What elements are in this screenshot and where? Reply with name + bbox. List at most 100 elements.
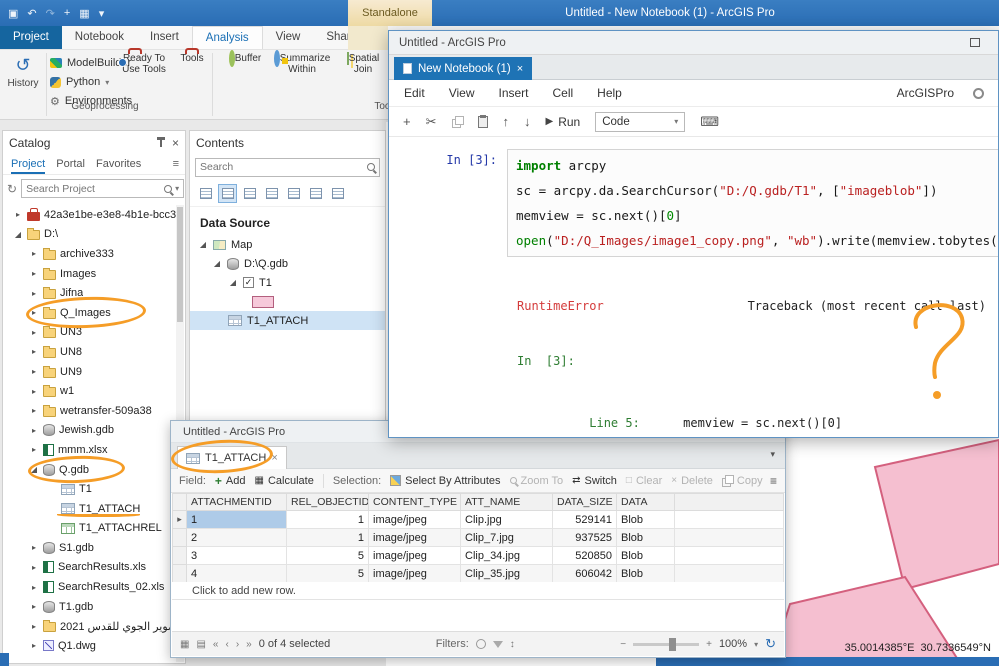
column-header-att_name[interactable]: ATT_NAME	[461, 494, 553, 511]
tools-button[interactable]: Tools	[174, 53, 210, 64]
delete-button[interactable]: ×Delete	[671, 475, 713, 487]
keyboard-shortcuts-icon[interactable]: ⌨	[700, 114, 719, 130]
open-project-icon[interactable]: ▦	[79, 7, 89, 20]
expand-arrow-icon[interactable]: ▸	[29, 308, 39, 317]
move-cell-down-icon[interactable]: ↓	[524, 114, 531, 129]
ready-to-use-tools-button[interactable]: Ready To Use Tools	[118, 53, 170, 75]
catalog-item-2021-[interactable]: ▸2021 التصوير الجوي للقدس	[3, 616, 176, 636]
expand-arrow-icon[interactable]: ▸	[29, 367, 39, 376]
cell-type-select[interactable]: Code ▾	[595, 112, 685, 132]
menu-view[interactable]: View	[449, 86, 475, 100]
table-view-icon[interactable]: ▦	[180, 639, 189, 650]
search-icon[interactable]	[367, 163, 375, 171]
cell[interactable]: image/jpeg	[369, 511, 461, 529]
catalog-item-searchresults-xls[interactable]: ▸SearchResults.xls	[3, 558, 176, 578]
cut-cell-icon[interactable]: ✂	[426, 114, 437, 130]
zoom-in-icon[interactable]: +	[706, 639, 712, 650]
catalog-tab-portal[interactable]: Portal	[56, 154, 85, 174]
expand-arrow-icon[interactable]: ▸	[29, 445, 39, 454]
catalog-item-q-images[interactable]: ▸Q_Images	[3, 303, 176, 323]
move-cell-up-icon[interactable]: ↑	[503, 114, 510, 129]
form-view-icon[interactable]: ▤	[196, 639, 205, 650]
expand-arrow-icon[interactable]: ▸	[29, 426, 39, 435]
cell[interactable]: 3	[187, 547, 287, 565]
expand-arrow-icon[interactable]: ▸	[29, 406, 39, 415]
catalog-item-un3[interactable]: ▸UN3	[3, 323, 176, 343]
cell[interactable]: Clip_34.jpg	[461, 547, 553, 565]
last-record-icon[interactable]: »	[246, 639, 252, 650]
list-by-editing-icon[interactable]	[262, 184, 281, 203]
code-cell-input[interactable]: import arcpysc = arcpy.da.SearchCursor("…	[507, 149, 998, 257]
collapse-arrow-icon[interactable]: ◢	[29, 465, 39, 474]
customize-toolbar-icon[interactable]: ▾	[99, 7, 105, 20]
cell[interactable]: 529141	[553, 511, 617, 529]
expand-arrow-icon[interactable]: ▸	[13, 210, 23, 219]
ribbon-tab-project[interactable]: Project	[0, 26, 62, 49]
close-icon[interactable]: ×	[271, 452, 277, 464]
add-data-icon[interactable]: +	[64, 7, 70, 20]
python-button[interactable]: Python ▾	[50, 74, 109, 90]
copy-button[interactable]: Copy	[722, 475, 763, 487]
cell[interactable]: Blob	[617, 547, 675, 565]
next-record-icon[interactable]: ›	[236, 639, 239, 650]
catalog-tab-favorites[interactable]: Favorites	[96, 154, 141, 174]
zoom-slider[interactable]	[633, 643, 699, 646]
collapse-arrow-icon[interactable]: ◢	[198, 240, 208, 249]
search-icon[interactable]	[164, 185, 172, 193]
list-by-labeling-icon[interactable]	[306, 184, 325, 203]
sort-icon[interactable]: ↕	[510, 639, 515, 650]
list-by-selection-icon[interactable]	[240, 184, 259, 203]
buffer-tool-button[interactable]: Buffer	[222, 53, 268, 64]
menu-insert[interactable]: Insert	[498, 86, 528, 100]
cell[interactable]: 5	[287, 565, 369, 583]
extent-filter-icon[interactable]	[476, 639, 486, 649]
expand-arrow-icon[interactable]: ▸	[29, 387, 39, 396]
expand-arrow-icon[interactable]: ▸	[29, 289, 39, 298]
search-project-input[interactable]	[26, 183, 161, 195]
zoom-level[interactable]: 100%	[719, 638, 747, 650]
catalog-item-archive333[interactable]: ▸archive333	[3, 244, 176, 264]
contents-item-map[interactable]: ◢ Map	[190, 235, 385, 254]
cell[interactable]: 5	[287, 547, 369, 565]
clear-selection-button[interactable]: □Clear	[626, 475, 662, 487]
zoom-to-button[interactable]: Zoom To	[510, 475, 564, 487]
catalog-item-t1[interactable]: T1	[3, 479, 176, 499]
menu-edit[interactable]: Edit	[404, 86, 425, 100]
add-new-row[interactable]: Click to add new row.	[172, 582, 784, 600]
select-by-attributes-button[interactable]: Select By Attributes	[390, 475, 500, 487]
contents-item-t1[interactable]: ◢ ✓ T1	[190, 273, 385, 292]
cell[interactable]: Blob	[617, 565, 675, 583]
catalog-item-w1[interactable]: ▸w1	[3, 381, 176, 401]
column-header-data[interactable]: DATA	[617, 494, 675, 511]
spatial-join-button[interactable]: Spatial Join	[338, 53, 388, 75]
cell[interactable]: 2	[187, 529, 287, 547]
expand-arrow-icon[interactable]: ▸	[29, 328, 39, 337]
menu-icon[interactable]: ≡	[173, 158, 179, 170]
catalog-item-t1-attachrel[interactable]: T1_ATTACHREL	[3, 519, 176, 539]
expand-arrow-icon[interactable]: ▸	[29, 602, 39, 611]
add-field-button[interactable]: +Add	[215, 474, 246, 488]
previous-record-icon[interactable]: ‹	[225, 639, 228, 650]
cell[interactable]: Clip_7.jpg	[461, 529, 553, 547]
layer-checkbox[interactable]: ✓	[243, 277, 254, 288]
ribbon-tab-insert[interactable]: Insert	[137, 26, 192, 49]
catalog-item-jifna[interactable]: ▸Jifna	[3, 283, 176, 303]
menu-cell[interactable]: Cell	[553, 86, 574, 100]
refresh-icon[interactable]: ↻	[765, 636, 776, 652]
cell[interactable]: image/jpeg	[369, 529, 461, 547]
maximize-icon[interactable]	[970, 38, 980, 47]
catalog-tab-project[interactable]: Project	[11, 154, 45, 174]
expand-arrow-icon[interactable]: ▸	[29, 583, 39, 592]
run-button[interactable]: ▶ Run	[546, 115, 581, 129]
catalog-item-wetransfer-509a38[interactable]: ▸wetransfer-509a38	[3, 401, 176, 421]
calculate-button[interactable]: ▦Calculate	[255, 475, 314, 487]
chevron-down-icon[interactable]: ▾	[175, 184, 179, 193]
catalog-item-t1-gdb[interactable]: ▸T1.gdb	[3, 597, 176, 617]
column-header-rel_objectid[interactable]: REL_OBJECTID	[287, 494, 369, 511]
switch-selection-button[interactable]: ⇄Switch	[572, 475, 617, 487]
contents-search-input[interactable]	[200, 161, 364, 173]
first-record-icon[interactable]: «	[213, 639, 219, 650]
catalog-item-d-[interactable]: ◢D:\	[3, 225, 176, 245]
catalog-item-42a3e1be-e3e8-4b1e-bcc3[interactable]: ▸42a3e1be-e3e8-4b1e-bcc3	[3, 205, 176, 225]
close-icon[interactable]: ×	[517, 63, 523, 75]
